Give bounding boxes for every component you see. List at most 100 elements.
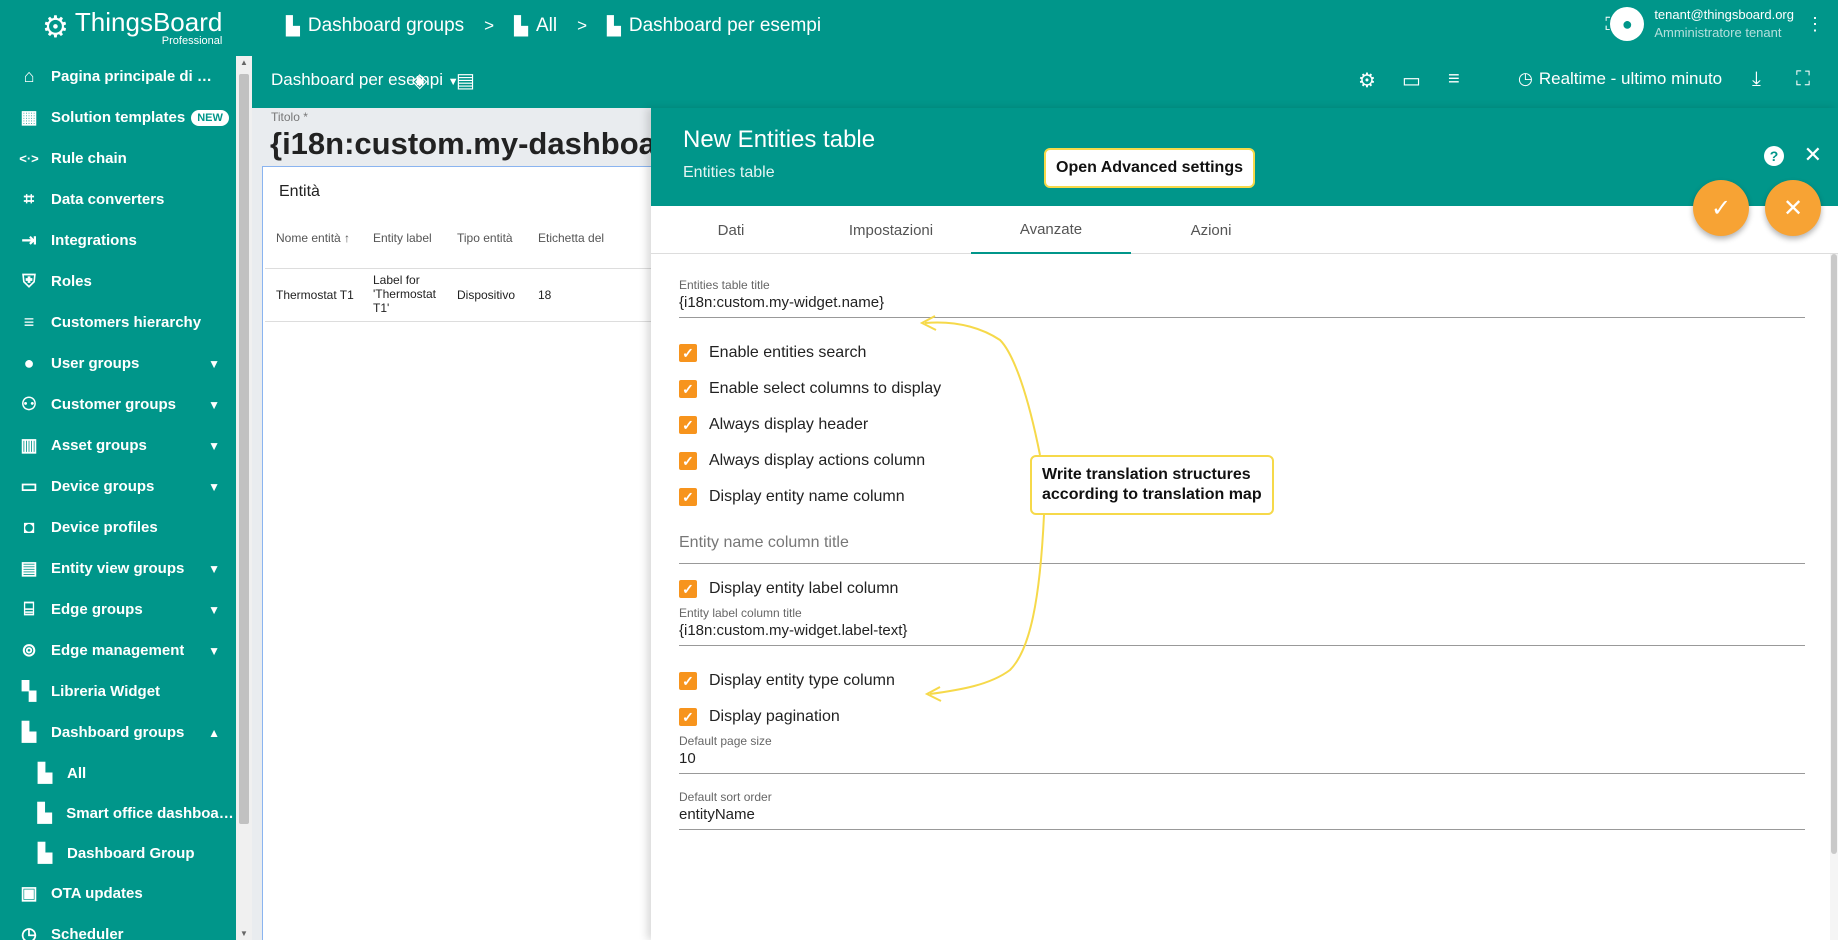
sidebar: ⚙ ThingsBoard Professional ⌂ Pagina princ… bbox=[0, 0, 252, 940]
fullscreen-icon[interactable]: ⛶ bbox=[1796, 68, 1810, 91]
widget-editor-panel: New Entities table Entities table ? ✕ ✓ … bbox=[651, 108, 1838, 940]
column-header-value[interactable]: Etichetta del bbox=[538, 231, 604, 245]
gear-icon[interactable]: ⚙ bbox=[1358, 68, 1376, 93]
filter-icon[interactable]: ≡ bbox=[1448, 68, 1460, 91]
checkbox-always-display-actions[interactable]: ✓ Always display actions column bbox=[679, 452, 925, 470]
sidebar-item-widget-library[interactable]: ▚ Libreria Widget bbox=[0, 671, 236, 712]
sidebar-item-asset-groups[interactable]: ▥ Asset groups ▼ bbox=[0, 425, 236, 466]
widgets-icon: ▚ bbox=[22, 681, 36, 701]
layers-icon[interactable]: ◈ bbox=[412, 68, 427, 93]
sidebar-item-entity-view-groups[interactable]: ▤ Entity view groups ▼ bbox=[0, 548, 236, 589]
dashboard-icon: ▙ bbox=[38, 842, 52, 863]
entity-name-column-title-field[interactable]: Entity name column title bbox=[679, 524, 1805, 564]
sidebar-item-dashboard-groups[interactable]: ▙ Dashboard groups ▲ bbox=[0, 712, 236, 753]
sidebar-item-device-groups[interactable]: ▭ Device groups ▼ bbox=[0, 466, 236, 507]
account-icon: ● bbox=[23, 353, 35, 373]
dashboard-icon: ▙ bbox=[607, 15, 621, 36]
dashboard-select[interactable]: Dashboard per esempi ▼ bbox=[271, 70, 459, 90]
sidebar-item-scheduler[interactable]: ◷ Scheduler bbox=[0, 914, 236, 940]
checkbox-display-pagination[interactable]: ✓ Display pagination bbox=[679, 708, 840, 726]
checkbox-enable-entities-search[interactable]: ✓ Enable entities search bbox=[679, 344, 866, 362]
checkbox-enable-select-columns[interactable]: ✓ Enable select columns to display bbox=[679, 380, 941, 398]
help-icon[interactable]: ? bbox=[1764, 146, 1784, 166]
sidebar-item-rule-chain[interactable]: <·> Rule chain bbox=[0, 138, 236, 179]
tab-dati[interactable]: Dati bbox=[651, 206, 811, 254]
scroll-up-icon[interactable]: ▲ bbox=[240, 58, 248, 67]
chevron-down-icon: ▼ bbox=[208, 438, 220, 453]
sidebar-item-device-profiles[interactable]: ◘ Device profiles bbox=[0, 507, 236, 548]
logo[interactable]: ⚙ ThingsBoard Professional bbox=[0, 0, 252, 56]
device-profile-icon: ◘ bbox=[23, 517, 35, 537]
cell-name: Thermostat T1 bbox=[276, 288, 354, 302]
sidebar-item-user-groups[interactable]: ● User groups ▼ bbox=[0, 343, 236, 384]
breadcrumb-dashboard-groups[interactable]: ▙ Dashboard groups bbox=[286, 15, 464, 37]
scroll-down-icon[interactable]: ▼ bbox=[240, 929, 248, 938]
column-header-type[interactable]: Tipo entità bbox=[457, 231, 513, 245]
cell-type: Dispositivo bbox=[457, 288, 516, 302]
chevron-down-icon: ▼ bbox=[208, 561, 220, 576]
brand-name: ThingsBoard bbox=[74, 7, 223, 37]
panel-scrollbar-thumb[interactable] bbox=[1831, 254, 1837, 854]
dashboard-icon: ▙ bbox=[38, 762, 52, 783]
checkbox-checked-icon: ✓ bbox=[679, 344, 697, 362]
people-icon: ⚇ bbox=[20, 394, 38, 414]
sidebar-scrollbar[interactable]: ▲ ▼ bbox=[236, 56, 252, 940]
dashboard-icon: ▙ bbox=[514, 15, 528, 36]
sidebar-item-edge-management[interactable]: ⊚ Edge management ▼ bbox=[0, 630, 236, 671]
sidebar-item-solution-templates[interactable]: ▦ Solution templates NEW bbox=[0, 97, 236, 138]
sidebar-item-integrations[interactable]: ⇥ Integrations bbox=[0, 220, 236, 261]
sidebar-scrollbar-thumb[interactable] bbox=[239, 74, 249, 824]
sidebar-item-customers-hierarchy[interactable]: ≡ Customers hierarchy bbox=[0, 302, 236, 343]
more-vert-icon[interactable]: ⋮ bbox=[1806, 14, 1824, 35]
tab-avanzate[interactable]: Avanzate bbox=[971, 206, 1131, 254]
view-compact-icon[interactable]: ▤ bbox=[456, 68, 475, 93]
entities-table-title-field[interactable]: Entities table title {i18n:custom.my-wid… bbox=[679, 278, 1805, 318]
panel-scrollbar[interactable] bbox=[1830, 254, 1838, 940]
checkbox-checked-icon: ✓ bbox=[679, 488, 697, 506]
sidebar-nav: ⌂Pagina principale di un si... ▦Solution… bbox=[0, 56, 236, 940]
default-page-size-field[interactable]: Default page size 10 bbox=[679, 734, 1805, 774]
checkbox-display-entity-name[interactable]: ✓ Display entity name column bbox=[679, 488, 905, 506]
tab-azioni[interactable]: Azioni bbox=[1131, 206, 1291, 254]
sidebar-item-dashboard-group[interactable]: ▙ Dashboard Group bbox=[0, 833, 236, 873]
checkbox-display-entity-label[interactable]: ✓ Display entity label column bbox=[679, 580, 898, 598]
sidebar-item-data-converters[interactable]: ⌗ Data converters bbox=[0, 179, 236, 220]
sidebar-item-customer-groups[interactable]: ⚇ Customer groups ▼ bbox=[0, 384, 236, 425]
chevron-up-icon: ▲ bbox=[208, 725, 220, 740]
sidebar-item-smart-office-dashboards[interactable]: ▙ Smart office dashboards bbox=[0, 793, 236, 833]
devices-icon[interactable]: ▭ bbox=[1402, 68, 1421, 93]
close-icon[interactable]: ✕ bbox=[1804, 142, 1822, 168]
user-menu[interactable]: ● tenant@thingsboard.org Amministratore … bbox=[1610, 6, 1794, 42]
chevron-down-icon: ▼ bbox=[208, 356, 220, 371]
column-header-label[interactable]: Entity label bbox=[373, 231, 432, 245]
cell-label: Label for 'Thermostat T1' bbox=[373, 273, 436, 315]
dashboard-icon: ▙ bbox=[22, 722, 36, 742]
checkbox-display-entity-type[interactable]: ✓ Display entity type column bbox=[679, 672, 895, 690]
entities-widget[interactable]: Entità Nome entità ↑ Entity label Tipo e… bbox=[262, 166, 662, 940]
view-quilt-icon: ▤ bbox=[20, 558, 38, 578]
sidebar-item-ota-updates[interactable]: ▣ OTA updates bbox=[0, 873, 236, 914]
column-header-name[interactable]: Nome entità ↑ bbox=[276, 231, 350, 245]
panel-title: New Entities table bbox=[683, 126, 876, 153]
breadcrumb-separator: > bbox=[577, 16, 588, 35]
sidebar-item-roles[interactable]: ⛨ Roles bbox=[0, 261, 236, 302]
crop-icon: ⌗ bbox=[23, 189, 35, 209]
brand-sub: Professional bbox=[161, 35, 223, 47]
breadcrumb-all[interactable]: ▙ All bbox=[514, 15, 557, 37]
checkbox-always-display-header[interactable]: ✓ Always display header bbox=[679, 416, 868, 434]
annotation-translation: Write translation structures according t… bbox=[1030, 455, 1274, 515]
download-icon[interactable]: ⤓ bbox=[1752, 68, 1761, 91]
breadcrumb-separator: > bbox=[484, 16, 495, 35]
sidebar-item-all[interactable]: ▙ All bbox=[0, 753, 236, 793]
entity-label-column-title-field[interactable]: Entity label column title {i18n:custom.m… bbox=[679, 606, 1805, 646]
new-badge: NEW bbox=[191, 109, 229, 126]
checkbox-checked-icon: ✓ bbox=[679, 416, 697, 434]
breadcrumb-current-dashboard[interactable]: ▙ Dashboard per esempi bbox=[607, 15, 821, 37]
default-sort-order-field[interactable]: Default sort order entityName bbox=[679, 790, 1805, 830]
realtime-timewindow[interactable]: ◷ Realtime - ultimo minuto bbox=[1518, 69, 1722, 89]
chevron-down-icon: ▼ bbox=[208, 643, 220, 658]
sidebar-item-home[interactable]: ⌂Pagina principale di un si... bbox=[0, 56, 236, 97]
sidebar-item-edge-groups[interactable]: ⌸ Edge groups ▼ bbox=[0, 589, 236, 630]
tab-impostazioni[interactable]: Impostazioni bbox=[811, 206, 971, 254]
domain-icon: ▥ bbox=[20, 435, 38, 455]
